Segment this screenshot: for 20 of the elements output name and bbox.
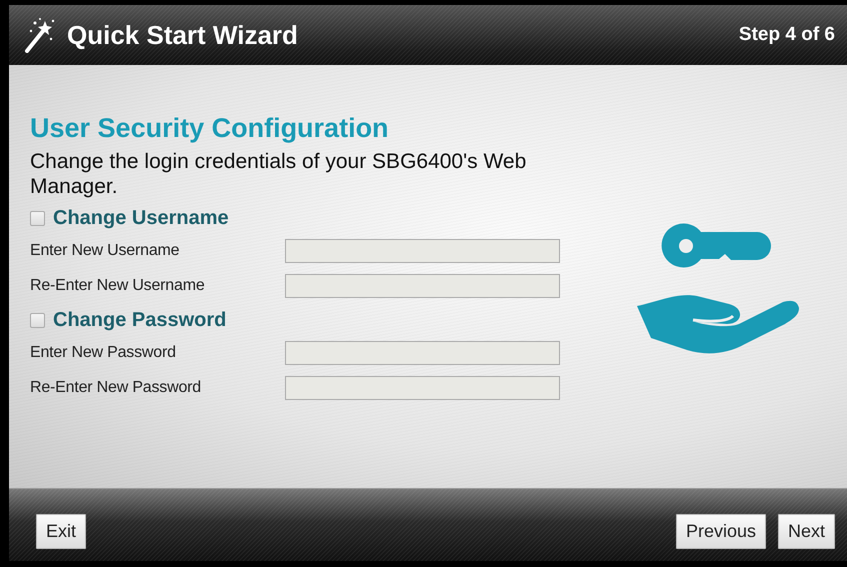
next-button[interactable]: Next	[778, 514, 835, 548]
input-field[interactable]	[285, 274, 560, 298]
magic-wand-icon	[23, 17, 55, 53]
field-label: Enter New Username	[30, 242, 180, 260]
checkbox[interactable]	[30, 312, 45, 328]
previous-button[interactable]: Previous	[676, 514, 766, 548]
exit-button[interactable]: Exit	[36, 514, 86, 548]
input-field[interactable]	[285, 376, 560, 400]
field-label: Re-Enter New Username	[30, 276, 206, 294]
field-label: Enter New Password	[30, 344, 177, 362]
page-heading: User Security Configuration	[30, 113, 390, 144]
checkbox-label[interactable]: Change Username	[53, 206, 229, 230]
description-text: Change the login credentials of your SBG6400's Web Manager.	[30, 149, 528, 199]
input-field[interactable]	[285, 238, 560, 262]
field-label: Re-Enter New Password	[30, 378, 202, 396]
checkbox-label[interactable]: Change Password	[53, 308, 226, 332]
checkbox[interactable]	[30, 210, 45, 226]
input-field[interactable]	[285, 340, 560, 364]
step-indicator: Step 4 of 6	[738, 24, 835, 46]
wizard-title: Quick Start Wizard	[67, 20, 299, 50]
